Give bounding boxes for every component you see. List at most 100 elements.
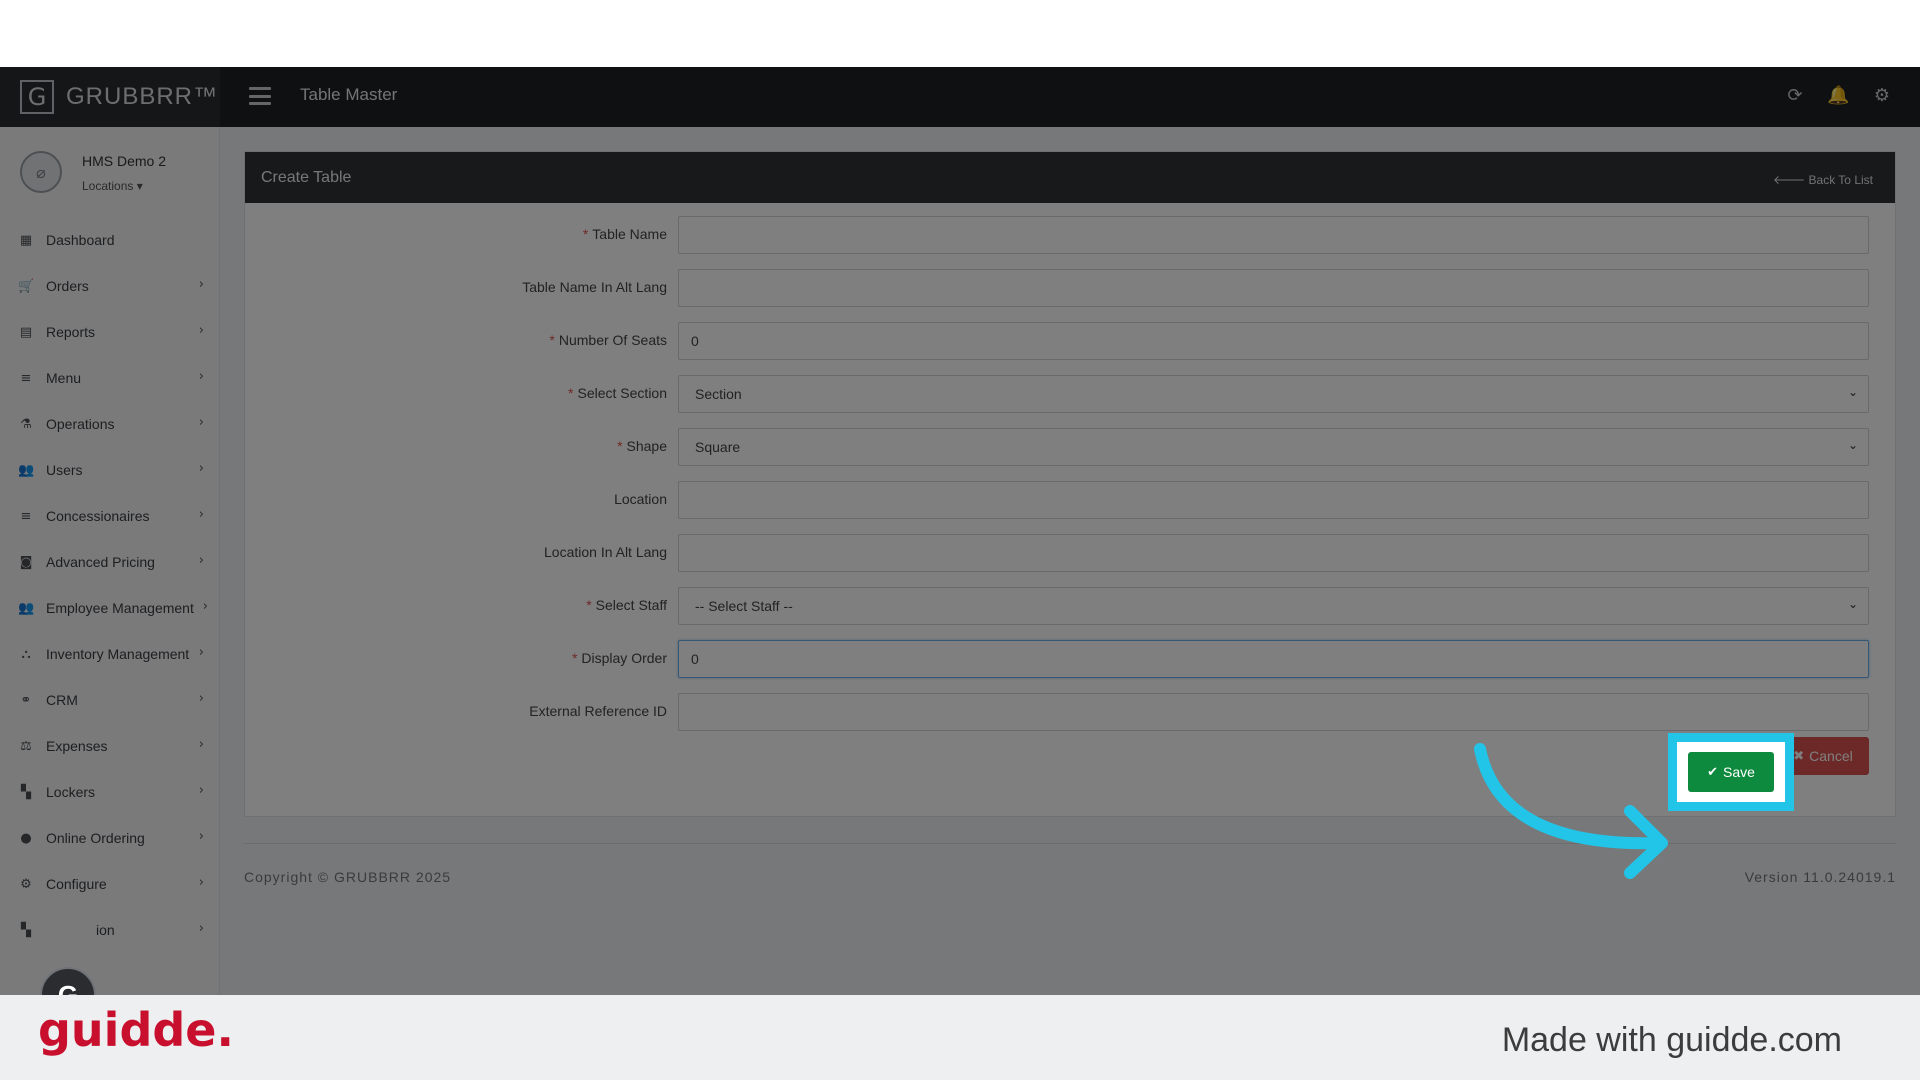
table-name-alt-row: Table Name In Alt Lang bbox=[245, 269, 1897, 309]
select-section-row: * Select Section Section ⌄ bbox=[245, 375, 1897, 415]
panel-header: Create Table 🡐 Back To List bbox=[245, 152, 1895, 203]
sidebar-item-label: Reports bbox=[46, 324, 96, 340]
refresh-icon[interactable]: ⟳ bbox=[1784, 85, 1806, 107]
chevron-right-icon: › bbox=[198, 691, 204, 706]
chevron-down-icon: ⌄ bbox=[1847, 597, 1858, 611]
select-staff-label: * Select Staff bbox=[586, 597, 667, 613]
copyright-text: Copyright © GRUBBRR 2025 bbox=[244, 869, 452, 885]
display-order-input[interactable]: 0 bbox=[678, 640, 1869, 678]
list-icon: ≡ bbox=[20, 370, 32, 386]
shape-dropdown[interactable]: Square ⌄ bbox=[678, 428, 1869, 466]
guidde-footer: guidde. Made with guidde.com bbox=[0, 995, 1920, 1080]
sidebar-item-label: Configure bbox=[46, 876, 107, 892]
panel-title: Create Table bbox=[261, 168, 352, 186]
chevron-right-icon: › bbox=[198, 829, 204, 844]
top-header: G GRUBBRR™ Table Master ⟳ 🔔 ⚙ bbox=[0, 67, 1920, 127]
sidebar-item-label: Concessionaires bbox=[46, 508, 150, 524]
display-order-row: * Display Order 0 bbox=[245, 640, 1897, 680]
sidebar-item-label: Dashboard bbox=[46, 232, 115, 248]
external-ref-input[interactable] bbox=[678, 693, 1869, 731]
sidebar-item-inventory-management[interactable]: ⛬ Inventory Management › bbox=[0, 631, 220, 677]
check-icon: ✔ bbox=[1707, 764, 1718, 780]
sidebar-item-configure[interactable]: ⚙ Configure › bbox=[0, 861, 220, 907]
chevron-right-icon: › bbox=[198, 737, 204, 752]
chevron-right-icon: › bbox=[198, 369, 204, 384]
sidebar-item-advanced-pricing[interactable]: ◙ Advanced Pricing › bbox=[0, 539, 220, 585]
sidebar-item-partial[interactable]: ▚ ion › bbox=[0, 907, 220, 953]
location-alt-row: Location In Alt Lang bbox=[245, 534, 1897, 574]
save-button[interactable]: ✔ Save bbox=[1688, 752, 1774, 792]
chevron-right-icon: › bbox=[198, 323, 204, 338]
chevron-down-icon: ⌄ bbox=[1847, 385, 1858, 399]
brand-logo[interactable]: G GRUBBRR™ bbox=[0, 67, 220, 127]
location-alt-input[interactable] bbox=[678, 534, 1869, 572]
location-row: Location bbox=[245, 481, 1897, 521]
bell-icon[interactable]: 🔔 bbox=[1827, 85, 1849, 107]
sidebar-item-label: Advanced Pricing bbox=[46, 554, 155, 570]
chevron-right-icon: › bbox=[198, 415, 204, 430]
dashboard-icon: ▦ bbox=[19, 232, 33, 248]
table-name-alt-input[interactable] bbox=[678, 269, 1869, 307]
sidebar-item-menu[interactable]: ≡ Menu › bbox=[0, 355, 220, 401]
profile-name: HMS Demo 2 bbox=[82, 153, 167, 169]
back-to-list-link[interactable]: 🡐 Back To List bbox=[1773, 172, 1873, 187]
top-margin bbox=[0, 0, 1920, 67]
create-table-form: * Table Name Table Name In Alt Lang * Numb… bbox=[245, 203, 1895, 817]
sidebar-item-label: ion bbox=[96, 922, 115, 938]
table-name-input[interactable] bbox=[678, 216, 1869, 254]
sidebar-item-users[interactable]: 👥 Users › bbox=[0, 447, 220, 493]
sidebar-menu: ▦ Dashboard 🛒 Orders › ▤ Reports › ≡ Men… bbox=[0, 217, 220, 953]
sidebar-item-label: CRM bbox=[46, 692, 78, 708]
sidebar-item-label: Employee Management bbox=[46, 600, 194, 616]
chevron-right-icon: › bbox=[198, 277, 204, 292]
locations-dropdown[interactable]: Locations ▾ bbox=[82, 179, 143, 193]
brand-mark: G bbox=[20, 80, 54, 114]
link-icon: ⚭ bbox=[20, 692, 32, 708]
shape-row: * Shape Square ⌄ bbox=[245, 428, 1897, 468]
sidebar-item-dashboard[interactable]: ▦ Dashboard bbox=[0, 217, 220, 263]
sidebar-item-online-ordering[interactable]: ● Online Ordering › bbox=[0, 815, 220, 861]
avatar[interactable]: ⌀ bbox=[20, 151, 62, 193]
report-icon: ▤ bbox=[19, 324, 33, 340]
sidebar: ⌀ HMS Demo 2 Locations ▾ ▦ Dashboard 🛒 O… bbox=[0, 127, 220, 995]
chevron-right-icon: › bbox=[198, 783, 204, 798]
location-label: Location bbox=[614, 491, 667, 507]
sidebar-item-label: Users bbox=[46, 462, 83, 478]
create-table-panel: Create Table 🡐 Back To List * Table Name … bbox=[244, 151, 1896, 817]
table-name-row: * Table Name bbox=[245, 216, 1897, 256]
sidebar-item-concessionaires[interactable]: ≡ Concessionaires › bbox=[0, 493, 220, 539]
location-input[interactable] bbox=[678, 481, 1869, 519]
pointer-arrow-icon bbox=[1474, 743, 1668, 879]
sidebar-item-employee-management[interactable]: 👥 Employee Management › bbox=[0, 585, 220, 631]
users-icon: 👥 bbox=[18, 462, 35, 478]
gear-icon: ⚙ bbox=[20, 876, 32, 892]
sidebar-item-expenses[interactable]: ⚖ Expenses › bbox=[0, 723, 220, 769]
brand-name: GRUBBRR™ bbox=[66, 83, 219, 110]
sidebar-item-operations[interactable]: ⚗ Operations › bbox=[0, 401, 220, 447]
balance-icon: ⚖ bbox=[20, 738, 32, 754]
main-content: Create Table 🡐 Back To List * Table Name … bbox=[244, 151, 1896, 885]
sidebar-item-lockers[interactable]: ▚ Lockers › bbox=[0, 769, 220, 815]
money-icon: ◙ bbox=[19, 554, 33, 570]
profile-block: ⌀ HMS Demo 2 Locations ▾ bbox=[0, 127, 220, 217]
chevron-right-icon: › bbox=[198, 553, 204, 568]
hamburger-menu-icon[interactable] bbox=[249, 87, 271, 105]
sidebar-item-label: Expenses bbox=[46, 738, 108, 754]
cart-icon: 🛒 bbox=[18, 278, 35, 294]
sidebar-item-crm[interactable]: ⚭ CRM › bbox=[0, 677, 220, 723]
select-staff-dropdown[interactable]: -- Select Staff -- ⌄ bbox=[678, 587, 1869, 625]
sidebar-item-label: Inventory Management bbox=[46, 646, 190, 662]
number-of-seats-row: * Number Of Seats 0 bbox=[245, 322, 1897, 362]
select-section-label: * Select Section bbox=[568, 385, 667, 401]
sidebar-item-orders[interactable]: 🛒 Orders › bbox=[0, 263, 220, 309]
sidebar-item-label: Operations bbox=[46, 416, 115, 432]
number-of-seats-input[interactable]: 0 bbox=[678, 322, 1869, 360]
save-label: Save bbox=[1722, 764, 1755, 780]
select-section-dropdown[interactable]: Section ⌄ bbox=[678, 375, 1869, 413]
locker-icon: ▚ bbox=[21, 784, 31, 800]
chevron-down-icon: ⌄ bbox=[1847, 438, 1858, 452]
gear-icon[interactable]: ⚙ bbox=[1871, 85, 1893, 107]
display-order-label: * Display Order bbox=[571, 650, 667, 666]
sidebar-item-reports[interactable]: ▤ Reports › bbox=[0, 309, 220, 355]
table-name-alt-label: Table Name In Alt Lang bbox=[522, 279, 667, 295]
